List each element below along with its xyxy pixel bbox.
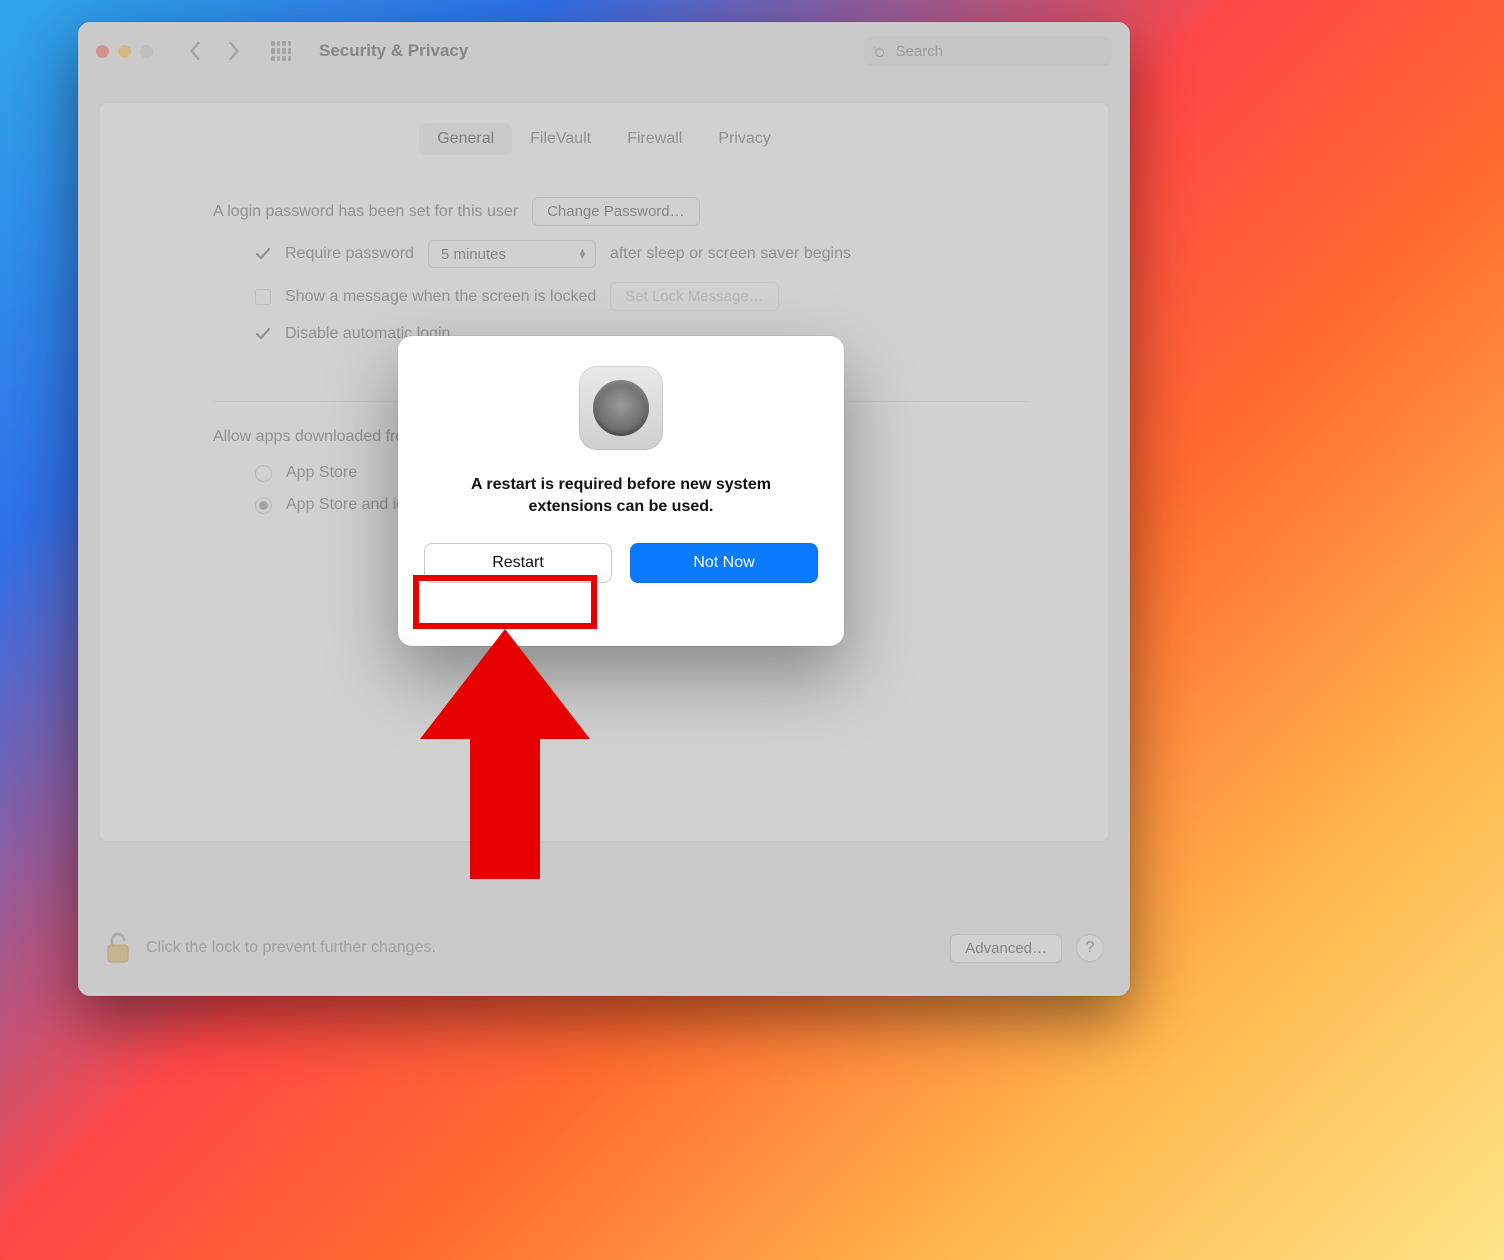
gear-icon <box>593 380 649 436</box>
chevron-right-icon <box>227 42 240 60</box>
checkmark-icon <box>255 246 271 262</box>
allow-app-store-radio[interactable] <box>255 465 272 482</box>
restart-required-dialog: A restart is required before new system … <box>398 336 844 646</box>
set-lock-message-button: Set Lock Message… <box>610 282 778 311</box>
help-button[interactable]: ? <box>1076 934 1104 962</box>
window-minimize-button[interactable] <box>118 45 131 58</box>
tab-bar: General FileVault Firewall Privacy <box>99 103 1109 155</box>
window-maximize-button[interactable] <box>140 45 153 58</box>
allow-app-store-label: App Store <box>286 464 357 482</box>
tab-privacy[interactable]: Privacy <box>700 123 788 155</box>
allow-app-store-identified-radio[interactable] <box>255 497 272 514</box>
restart-button[interactable]: Restart <box>424 543 612 583</box>
require-password-delay-value: 5 minutes <box>441 246 506 263</box>
show-message-checkbox[interactable] <box>255 289 271 305</box>
require-password-checkbox[interactable] <box>255 246 271 262</box>
require-password-label: Require password <box>285 245 414 263</box>
checkmark-icon <box>255 326 271 342</box>
allow-apps-title: Allow apps downloaded from: <box>213 428 422 446</box>
advanced-button[interactable]: Advanced… <box>950 934 1062 963</box>
disable-auto-login-checkbox[interactable] <box>255 326 271 342</box>
dialog-message: A restart is required before new system … <box>424 474 818 517</box>
forward-button[interactable] <box>219 37 247 65</box>
change-password-button[interactable]: Change Password… <box>532 197 700 226</box>
window-close-button[interactable] <box>96 45 109 58</box>
show-all-prefs-button[interactable] <box>267 37 295 65</box>
back-button[interactable] <box>181 37 209 65</box>
tab-general[interactable]: General <box>419 123 512 155</box>
tab-filevault[interactable]: FileVault <box>512 123 609 155</box>
system-preferences-icon <box>579 366 663 450</box>
grid-icon <box>271 41 291 61</box>
login-password-text: A login password has been set for this u… <box>213 203 518 221</box>
updown-icon: ▲▼ <box>578 249 587 259</box>
lock-icon[interactable] <box>104 930 132 966</box>
window-title: Security & Privacy <box>319 41 468 61</box>
lock-text: Click the lock to prevent further change… <box>146 939 436 957</box>
require-password-suffix: after sleep or screen saver begins <box>610 245 851 263</box>
not-now-button[interactable]: Not Now <box>630 543 818 583</box>
search-field[interactable] <box>864 36 1112 66</box>
window-controls <box>96 45 153 58</box>
search-icon <box>874 44 888 59</box>
search-input[interactable] <box>896 43 1102 60</box>
dialog-buttons: Restart Not Now <box>424 543 818 583</box>
require-password-delay-select[interactable]: 5 minutes ▲▼ <box>428 240 596 268</box>
tab-firewall[interactable]: Firewall <box>609 123 700 155</box>
window-toolbar: Security & Privacy <box>78 22 1130 80</box>
window-footer: Click the lock to prevent further change… <box>78 900 1130 996</box>
chevron-left-icon <box>189 42 202 60</box>
show-message-label: Show a message when the screen is locked <box>285 288 596 306</box>
